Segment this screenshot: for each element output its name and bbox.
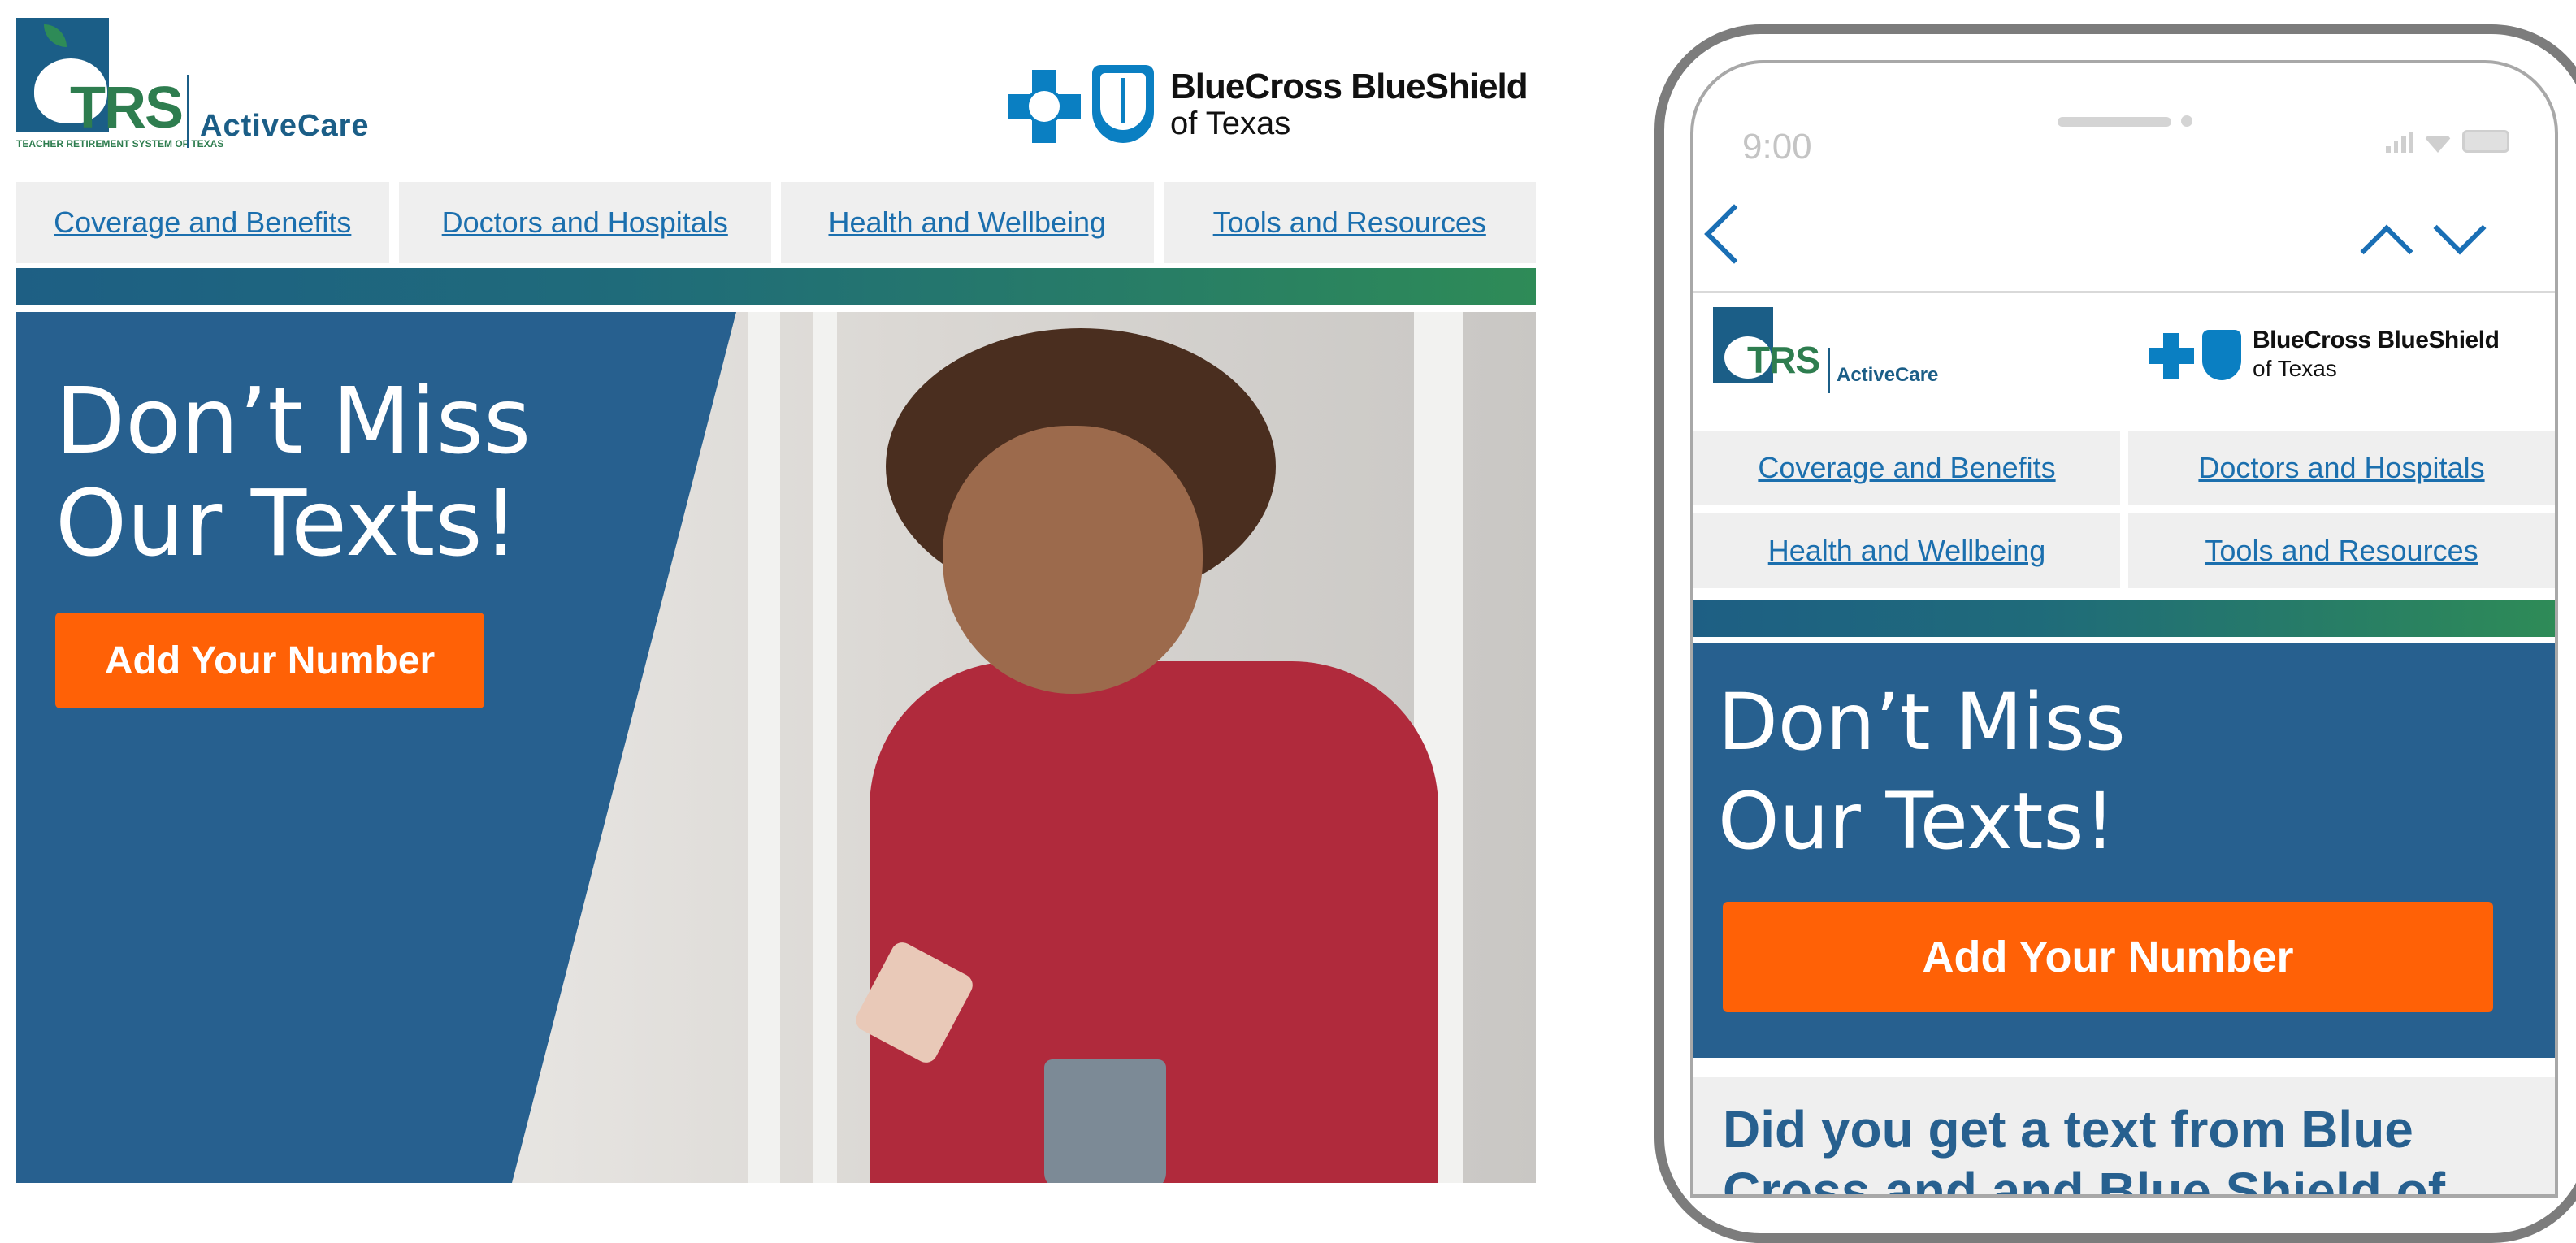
trs-activecare-logo[interactable]: TRS TEACHER RETIREMENT SYSTEM OF TEXAS A…	[16, 18, 369, 153]
nav-link-label[interactable]: Health and Wellbeing	[1768, 534, 2046, 568]
nav-link-label[interactable]: Doctors and Hospitals	[442, 206, 728, 240]
back-chevron-icon[interactable]	[1704, 204, 1764, 264]
bcbs-logo[interactable]: BlueCross BlueShield of Texas	[2149, 327, 2555, 408]
nav-link-label[interactable]: Doctors and Hospitals	[2198, 451, 2484, 485]
chevron-up-icon[interactable]	[2360, 224, 2413, 278]
hero-banner: Don’t Miss Our Texts! Add Your Number	[16, 312, 1536, 1183]
battery-icon	[2462, 130, 2509, 153]
nav-health-and-wellbeing[interactable]: Health and Wellbeing	[1693, 513, 2120, 588]
nav-health-and-wellbeing[interactable]: Health and Wellbeing	[781, 182, 1154, 263]
desktop-email: TRS TEACHER RETIREMENT SYSTEM OF TEXAS A…	[0, 0, 1544, 1183]
nav-coverage-and-benefits[interactable]: Coverage and Benefits	[16, 182, 389, 263]
blue-shield-icon	[2202, 330, 2241, 380]
bcbs-logo-name: BlueCross BlueShield	[2253, 327, 2500, 353]
status-icons	[2386, 130, 2509, 153]
add-your-number-button[interactable]: Add Your Number	[55, 613, 484, 708]
bcbs-logo[interactable]: BlueCross BlueShield of Texas	[1008, 65, 1529, 154]
email-nav: Coverage and Benefits Doctors and Hospit…	[16, 182, 1536, 263]
logo-divider	[187, 75, 189, 148]
nav-link-label[interactable]: Tools and Resources	[1213, 206, 1486, 240]
hero-headline: Don’t Miss Our Texts!	[1718, 673, 2126, 871]
nav-coverage-and-benefits[interactable]: Coverage and Benefits	[1693, 431, 2120, 505]
nav-tools-and-resources[interactable]: Tools and Resources	[1163, 182, 1536, 263]
accent-bar	[16, 268, 1536, 305]
blue-cross-icon	[1008, 70, 1081, 143]
bcbs-logo-name: BlueCross BlueShield	[1170, 67, 1529, 106]
blue-shield-icon	[1092, 65, 1154, 143]
nav-doctors-and-hospitals[interactable]: Doctors and Hospitals	[2128, 431, 2555, 505]
mug-image	[1044, 1059, 1166, 1183]
nav-link-label[interactable]: Tools and Resources	[2205, 534, 2478, 568]
status-bar: 9:00	[1693, 63, 2555, 177]
nav-link-label[interactable]: Coverage and Benefits	[54, 206, 351, 240]
activecare-logo-text: ActiveCare	[1837, 364, 1939, 386]
phone-screen: 9:00 TRS ActiveCare BlueCross BlueShield	[1690, 60, 2558, 1198]
nav-link-label[interactable]: Health and Wellbeing	[828, 206, 1106, 240]
speaker-grille	[2058, 117, 2171, 127]
hero-banner: Don’t Miss Our Texts! Add Your Number	[1693, 643, 2555, 1058]
accent-bar	[1693, 600, 2555, 637]
email-nav: Coverage and Benefits Doctors and Hospit…	[1693, 431, 2555, 588]
bcbs-logo-region: of Texas	[1170, 106, 1291, 141]
mobile-preview: 9:00 TRS ActiveCare BlueCross BlueShield	[1654, 24, 2576, 1243]
status-time: 9:00	[1742, 127, 1812, 167]
hero-headline: Don’t Miss Our Texts!	[55, 370, 531, 575]
signal-icon	[2386, 132, 2413, 153]
wifi-icon	[2423, 136, 2452, 153]
hero-headline-line2: Our Texts!	[55, 471, 519, 577]
trs-activecare-logo[interactable]: TRS ActiveCare	[1713, 307, 1957, 396]
blue-cross-icon	[2149, 333, 2194, 379]
nav-link-label[interactable]: Coverage and Benefits	[1758, 451, 2055, 485]
logo-divider	[1828, 348, 1830, 393]
trs-logo-text: TRS	[1747, 339, 1820, 381]
trs-tagline: TEACHER RETIREMENT SYSTEM OF TEXAS	[16, 138, 224, 149]
activecare-logo-text: ActiveCare	[200, 109, 370, 143]
trs-logo-text: TRS	[70, 76, 184, 141]
nav-tools-and-resources[interactable]: Tools and Resources	[2128, 513, 2555, 588]
hero-headline-line1: Don’t Miss	[1718, 677, 2126, 768]
question-section: Did you get a text from Blue Cross and a…	[1693, 1077, 2555, 1194]
add-your-number-button[interactable]: Add Your Number	[1723, 902, 2493, 1012]
hero-headline-line2: Our Texts!	[1718, 776, 2116, 867]
bcbs-logo-region: of Texas	[2253, 356, 2337, 381]
camera-dot	[2181, 115, 2192, 127]
hero-headline-line1: Don’t Miss	[55, 369, 531, 474]
mail-toolbar	[1693, 185, 2555, 293]
chevron-down-icon[interactable]	[2433, 201, 2487, 255]
nav-doctors-and-hospitals[interactable]: Doctors and Hospitals	[398, 182, 771, 263]
